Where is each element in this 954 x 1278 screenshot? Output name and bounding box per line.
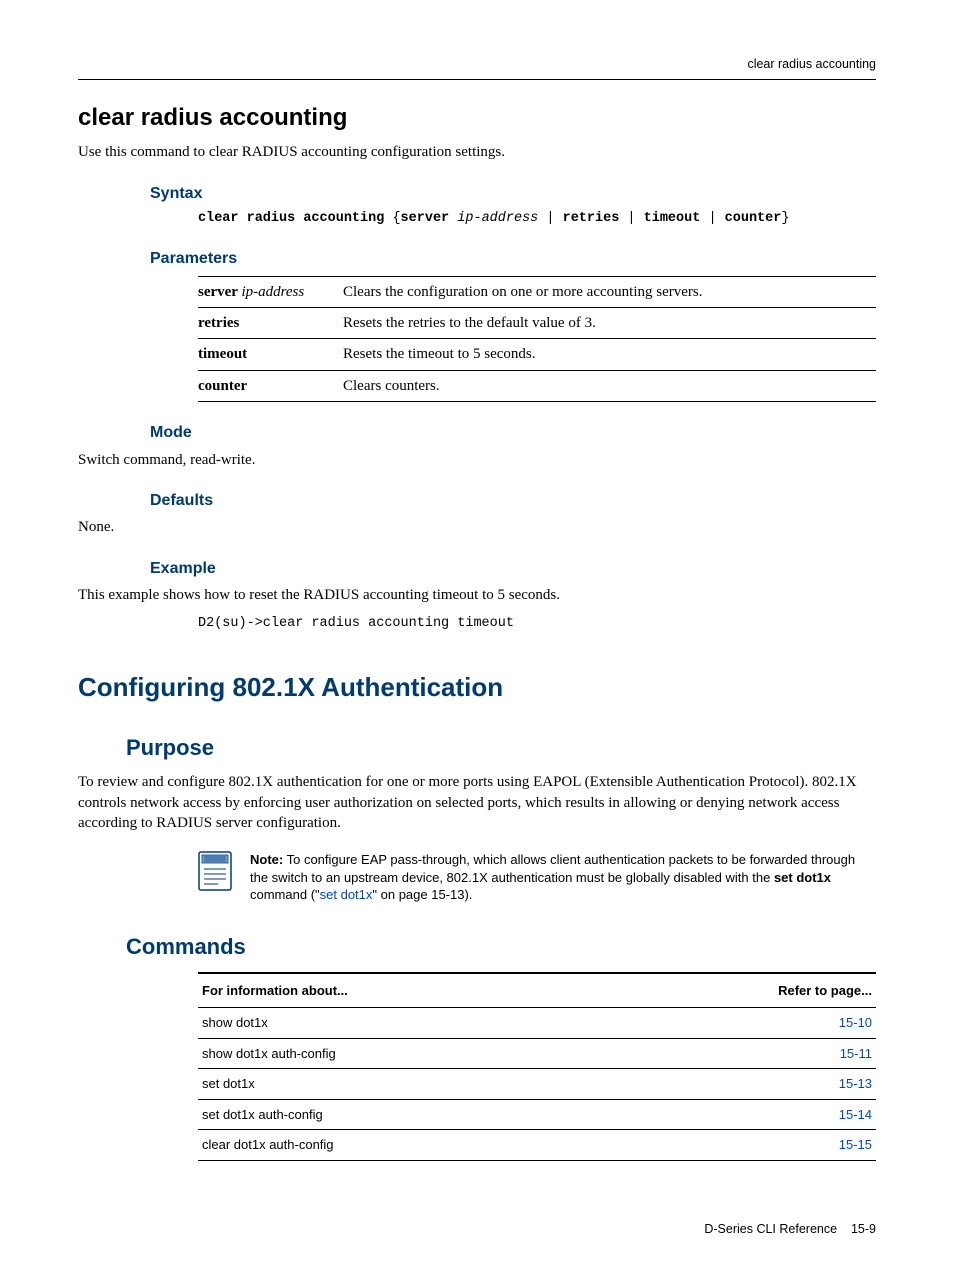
syntax-timeout: timeout <box>644 211 701 226</box>
param-desc: Clears the configuration on one or more … <box>343 276 876 307</box>
table-row: clear dot1x auth-config 15-15 <box>198 1130 876 1161</box>
param-desc: Clears counters. <box>343 370 876 401</box>
table-row: timeout Resets the timeout to 5 seconds. <box>198 339 876 370</box>
table-row: set dot1x auth-config 15-14 <box>198 1099 876 1130</box>
note-text: Note: To configure EAP pass-through, whi… <box>250 851 876 904</box>
example-heading: Example <box>150 558 876 580</box>
cmd-name: show dot1x auth-config <box>198 1038 606 1069</box>
note-icon <box>198 851 232 891</box>
param-name: timeout <box>198 339 343 370</box>
syntax-line: clear radius accounting {server ip-addre… <box>198 210 876 228</box>
page-footer: D-Series CLI Reference 15-9 <box>78 1221 876 1238</box>
running-header: clear radius accounting <box>78 56 876 80</box>
command-description: Use this command to clear RADIUS account… <box>78 142 876 162</box>
cmd-name: set dot1x auth-config <box>198 1099 606 1130</box>
table-row: set dot1x 15-13 <box>198 1069 876 1100</box>
param-name: retries <box>198 308 343 339</box>
mode-text: Switch command, read-write. <box>78 450 876 470</box>
param-name: counter <box>198 370 343 401</box>
note-cmd: set dot1x <box>774 870 831 885</box>
syntax-ip: ip-address <box>457 211 538 226</box>
commands-heading: Commands <box>126 932 876 962</box>
note-label: Note: <box>250 852 283 867</box>
cmd-page-link[interactable]: 15-10 <box>606 1008 876 1039</box>
cmd-name: clear dot1x auth-config <box>198 1130 606 1161</box>
example-code: D2(su)->clear radius accounting timeout <box>198 615 876 633</box>
purpose-heading: Purpose <box>126 733 876 763</box>
note-part2: command (" <box>250 887 320 902</box>
footer-page: 15-9 <box>851 1222 876 1236</box>
defaults-heading: Defaults <box>150 490 876 512</box>
syntax-cmd: clear radius accounting <box>198 211 384 226</box>
cmd-name: set dot1x <box>198 1069 606 1100</box>
table-row: show dot1x auth-config 15-11 <box>198 1038 876 1069</box>
syntax-server: server <box>401 211 450 226</box>
table-header-row: For information about... Refer to page..… <box>198 973 876 1008</box>
table-row: show dot1x 15-10 <box>198 1008 876 1039</box>
parameters-heading: Parameters <box>150 248 876 270</box>
section-title: Configuring 802.1X Authentication <box>78 670 876 705</box>
syntax-heading: Syntax <box>150 183 876 205</box>
note-box: Note: To configure EAP pass-through, whi… <box>198 851 876 904</box>
col-info: For information about... <box>198 973 606 1008</box>
table-row: counter Clears counters. <box>198 370 876 401</box>
syntax-retries: retries <box>563 211 620 226</box>
commands-table: For information about... Refer to page..… <box>198 972 876 1161</box>
parameters-table: server ip-address Clears the configurati… <box>198 276 876 402</box>
table-row: retries Resets the retries to the defaul… <box>198 308 876 339</box>
cmd-page-link[interactable]: 15-13 <box>606 1069 876 1100</box>
param-name: server <box>198 284 238 300</box>
cmd-page-link[interactable]: 15-15 <box>606 1130 876 1161</box>
cmd-page-link[interactable]: 15-11 <box>606 1038 876 1069</box>
note-part1: To configure EAP pass-through, which all… <box>250 852 855 885</box>
mode-heading: Mode <box>150 422 876 444</box>
cmd-page-link[interactable]: 15-14 <box>606 1099 876 1130</box>
note-link[interactable]: set dot1x <box>320 887 373 902</box>
footer-doc: D-Series CLI Reference <box>704 1222 837 1236</box>
command-title: clear radius accounting <box>78 102 876 134</box>
syntax-counter: counter <box>725 211 782 226</box>
table-row: server ip-address Clears the configurati… <box>198 276 876 307</box>
cmd-name: show dot1x <box>198 1008 606 1039</box>
note-part3: " on page 15-13). <box>372 887 472 902</box>
example-text: This example shows how to reset the RADI… <box>78 585 876 605</box>
defaults-text: None. <box>78 517 876 537</box>
param-sub: ip-address <box>241 284 304 300</box>
col-page: Refer to page... <box>606 973 876 1008</box>
param-desc: Resets the retries to the default value … <box>343 308 876 339</box>
param-desc: Resets the timeout to 5 seconds. <box>343 339 876 370</box>
purpose-text: To review and configure 802.1X authentic… <box>78 772 876 833</box>
